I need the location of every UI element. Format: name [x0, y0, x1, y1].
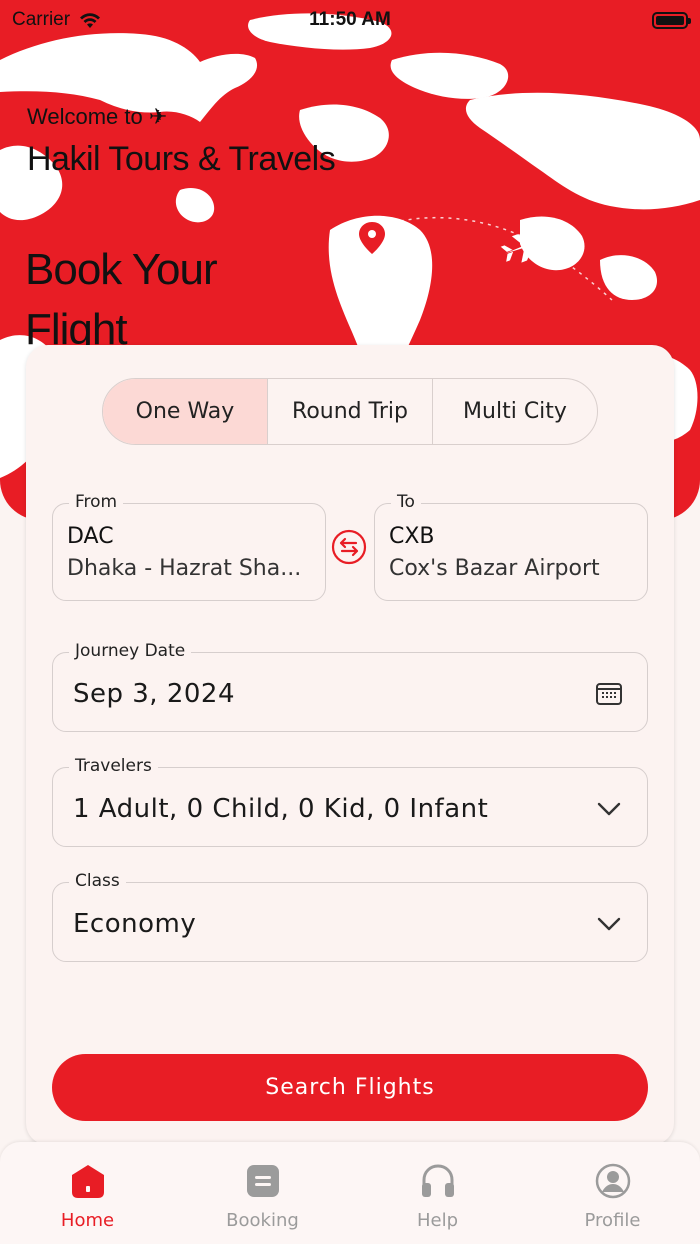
to-field[interactable]: To CXB Cox's Bazar Airport — [374, 492, 648, 601]
home-icon — [71, 1165, 104, 1198]
chevron-down-icon[interactable] — [595, 794, 623, 822]
booking-icon — [246, 1165, 279, 1197]
from-field[interactable]: From DAC Dhaka - Hazrat Sha... — [52, 492, 326, 601]
wifi-icon — [80, 13, 101, 28]
tab-multi-city[interactable]: Multi City — [432, 379, 597, 444]
journey-date-label: Journey Date — [69, 641, 192, 661]
from-label: From — [69, 492, 124, 512]
swap-airports-icon[interactable] — [331, 529, 367, 565]
tab-round-trip[interactable]: Round Trip — [267, 379, 432, 444]
journey-date-field[interactable]: Journey Date Sep 3, 2024 — [52, 641, 648, 732]
nav-item-help[interactable]: Help — [350, 1142, 525, 1244]
nav-item-booking[interactable]: Booking — [175, 1142, 350, 1244]
nav-label-home: Home — [60, 1210, 115, 1231]
from-airport-code: DAC — [67, 524, 114, 549]
calendar-icon[interactable] — [595, 679, 623, 707]
headset-icon — [421, 1164, 454, 1197]
travelers-field[interactable]: Travelers 1 Adult, 0 Child, 0 Kid, 0 Inf… — [52, 756, 648, 847]
to-label: To — [391, 492, 421, 512]
from-airport-name: Dhaka - Hazrat Sha... — [67, 556, 302, 581]
class-field[interactable]: Class Economy — [52, 871, 648, 962]
bottom-navigation: Home Booking Help Profile — [0, 1142, 700, 1244]
nav-item-home[interactable]: Home — [0, 1142, 175, 1244]
carrier-label: Carrier — [12, 9, 71, 30]
profile-icon — [595, 1163, 630, 1199]
chevron-down-icon[interactable] — [595, 909, 623, 937]
nav-label-help: Help — [416, 1210, 459, 1231]
page-headline: Book Your Flight — [25, 240, 285, 360]
to-airport-name: Cox's Bazar Airport — [389, 556, 600, 581]
travelers-value: 1 Adult, 0 Child, 0 Kid, 0 Infant — [73, 794, 489, 824]
trip-type-selector: One Way Round Trip Multi City — [102, 378, 598, 445]
status-time: 11:50 AM — [309, 9, 391, 30]
nav-label-booking: Booking — [226, 1210, 299, 1231]
booking-card: One Way Round Trip Multi City From DAC D… — [26, 345, 674, 1145]
class-label: Class — [69, 871, 126, 891]
tab-one-way[interactable]: One Way — [103, 379, 267, 444]
battery-icon — [652, 11, 691, 29]
status-bar: Carrier 11:50 AM — [0, 0, 700, 40]
travelers-label: Travelers — [69, 756, 158, 776]
search-flights-button[interactable]: Search Flights — [52, 1054, 648, 1121]
class-value: Economy — [73, 909, 197, 939]
journey-date-value: Sep 3, 2024 — [73, 679, 236, 709]
headline-line-1: Book Your — [25, 245, 218, 294]
nav-label-profile: Profile — [584, 1210, 641, 1231]
company-name: Hakil Tours & Travels — [27, 140, 336, 178]
nav-item-profile[interactable]: Profile — [525, 1142, 700, 1244]
to-airport-code: CXB — [389, 524, 435, 549]
welcome-text: Welcome to ✈ — [27, 104, 168, 129]
